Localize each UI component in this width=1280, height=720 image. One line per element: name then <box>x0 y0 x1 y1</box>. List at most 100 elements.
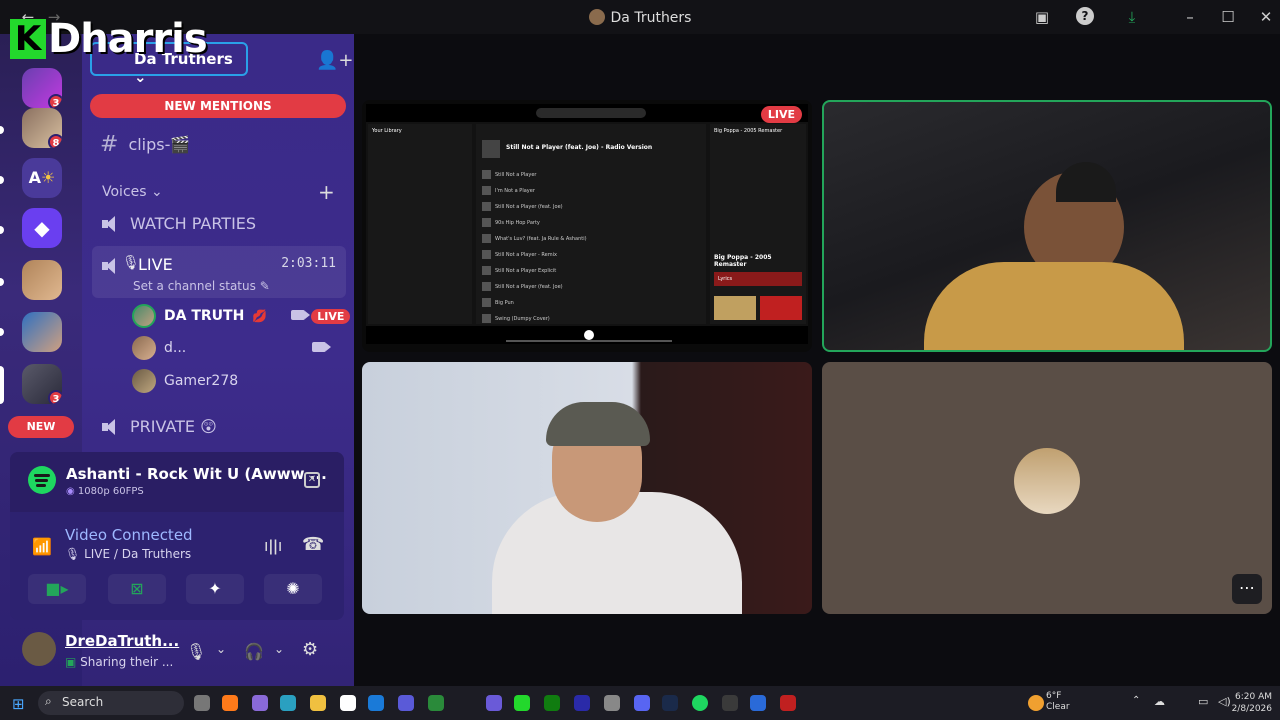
track-row: I'm Not a Player <box>482 186 702 195</box>
avatar[interactable] <box>22 632 56 666</box>
add-channel-icon[interactable]: + <box>318 180 335 204</box>
noise-suppression-icon[interactable]: ıǀǀı <box>264 536 282 555</box>
server-icon-1[interactable]: 3 <box>22 68 62 108</box>
volume-icon[interactable]: ◁) <box>1218 695 1231 708</box>
connection-signal-icon[interactable]: 📶 <box>32 537 52 556</box>
edge-icon[interactable] <box>280 695 296 711</box>
lyrics-card: Lyrics <box>714 272 802 286</box>
overlay-k-logo: K <box>10 19 46 59</box>
weather-widget[interactable]: 6°F Clear <box>1046 691 1070 713</box>
inbox-icon[interactable]: ▣ <box>1032 7 1052 27</box>
soundboard-button[interactable]: ✺ <box>264 574 322 604</box>
help-icon[interactable]: ? <box>1076 7 1094 25</box>
copilot-icon[interactable] <box>252 695 268 711</box>
clock[interactable]: 6:20 AM 2/8/2026 <box>1232 691 1272 715</box>
chevron-down-icon[interactable]: ⌄ <box>274 642 284 656</box>
voice-channel-private[interactable]: PRIVATE 😲 <box>100 417 217 436</box>
settings-gear-icon[interactable]: ⚙ <box>302 639 318 660</box>
activities-button[interactable]: ✦ <box>186 574 244 604</box>
channel-status-link[interactable]: Set a channel status ✎ <box>133 279 270 293</box>
more-options-icon[interactable]: ⋯ <box>1232 574 1262 604</box>
text-channel-clips[interactable]: # clips-🎬 <box>100 132 190 157</box>
unread-dot <box>0 226 4 234</box>
track-row: What's Luv? (feat. Ja Rule & Ashanti) <box>482 234 702 243</box>
stop-screen-share-button[interactable]: ⊠ <box>108 574 166 604</box>
stop-stream-icon[interactable]: ✕ <box>304 472 320 488</box>
video-thumb <box>760 296 802 320</box>
voice-channel-watch-parties[interactable]: WATCH PARTIES <box>100 214 256 233</box>
track-row: Still Not a Player (feat. Joe) <box>482 282 702 291</box>
settings-app-icon[interactable] <box>604 695 620 711</box>
teams-icon[interactable] <box>398 695 414 711</box>
account-panel: DreDaTruth... ▣ Sharing their ... 🎙 ⌄ 🎧 … <box>10 620 344 680</box>
notepad-icon[interactable] <box>340 695 356 711</box>
voice-connected-label[interactable]: Video Connected <box>65 526 193 544</box>
disconnect-call-icon[interactable]: ☎ <box>302 534 324 555</box>
track-row: Still Not a Player (feat. Joe) <box>482 202 702 211</box>
progress-track <box>506 340 672 342</box>
avatar <box>1014 448 1080 514</box>
chevron-down-icon[interactable]: ⌄ <box>216 642 226 656</box>
library-label: Your Library <box>372 128 402 134</box>
now-playing-activity[interactable]: Ashanti - Rock Wit U (Awww ... ◉ 1080p 6… <box>10 452 344 512</box>
audio-only-tile[interactable]: ⋯ <box>822 362 1272 614</box>
app-icon-3[interactable] <box>780 695 796 711</box>
user-name: d... <box>164 340 187 356</box>
spotify-app-icon[interactable] <box>692 695 708 711</box>
app-icon-2[interactable] <box>750 695 766 711</box>
download-icon[interactable]: ⤓ <box>1122 7 1142 27</box>
headphones-icon[interactable]: 🎧 <box>244 642 264 661</box>
track-row: Big Pun <box>482 298 702 307</box>
user-name: DA TRUTH <box>164 308 245 324</box>
voice-user-d[interactable]: d... <box>132 336 327 360</box>
server-icon-da-truthers[interactable]: 3 <box>22 364 62 404</box>
server-icon-6[interactable] <box>22 312 62 352</box>
server-icon-5[interactable] <box>22 260 62 300</box>
task-view-icon[interactable] <box>194 695 210 711</box>
voices-category[interactable]: Voices ⌄ <box>102 184 163 200</box>
windows-start-icon[interactable]: ⊞ <box>12 695 25 713</box>
app-icon[interactable] <box>574 695 590 711</box>
now-playing-title: Ashanti - Rock Wit U (Awww ... <box>66 465 327 483</box>
chrome-icon[interactable] <box>722 695 738 711</box>
add-member-icon[interactable]: 👤+ <box>316 50 354 71</box>
microphone-icon[interactable]: 🎙 <box>186 642 206 661</box>
discord-icon[interactable] <box>634 695 650 711</box>
kick-icon[interactable] <box>514 695 530 711</box>
spotify-now-playing-panel: Big Poppa - 2005 Remaster Big Poppa - 20… <box>710 124 806 324</box>
headset <box>1056 162 1116 202</box>
file-explorer-icon[interactable] <box>310 695 326 711</box>
track-row: Still Not a Player Explicit <box>482 266 702 275</box>
minimize-icon[interactable]: – <box>1180 7 1200 27</box>
new-mentions-button[interactable]: NEW MENTIONS <box>90 94 346 118</box>
voice-user-da-truth[interactable]: DA TRUTH 💋 LIVE <box>132 304 351 328</box>
channel-label: clips-🎬 <box>128 135 191 154</box>
server-icon-a[interactable]: A☀ <box>22 158 62 198</box>
maximize-icon[interactable]: ☐ <box>1218 7 1238 27</box>
xbox-app-icon[interactable] <box>428 695 444 711</box>
screen-share-tile[interactable]: Your Library Still Not a Player (feat. J… <box>362 100 812 352</box>
channel-label: PRIVATE 😲 <box>130 417 217 436</box>
channel-label: WATCH PARTIES <box>130 214 257 233</box>
xbox-icon[interactable] <box>544 695 560 711</box>
tray-chevron-icon[interactable]: ⌃ <box>1132 695 1140 706</box>
webcam-tile-2[interactable] <box>362 362 812 614</box>
webcam-tile-speaking[interactable] <box>822 100 1272 352</box>
steam-icon[interactable] <box>662 695 678 711</box>
camera-button[interactable]: ■▸ <box>28 574 86 604</box>
voice-user-gamer278[interactable]: Gamer278 <box>132 369 238 393</box>
firefox-icon[interactable] <box>222 695 238 711</box>
outlook-icon[interactable] <box>368 695 384 711</box>
account-name[interactable]: DreDaTruth... <box>65 632 179 650</box>
voice-channel-live[interactable]: 🎙 LIVE 2:03:11 Set a channel status ✎ <box>92 246 346 298</box>
live-badge: LIVE <box>760 106 802 123</box>
unread-dot <box>0 278 4 286</box>
taskbar-search[interactable]: ⌕ Search <box>38 691 184 715</box>
new-unreads-pill[interactable]: NEW <box>8 416 74 438</box>
discord-bot-server-icon[interactable]: ◆ <box>22 208 62 248</box>
onenote-icon[interactable] <box>486 695 502 711</box>
server-icon-2[interactable]: 8 <box>22 108 62 148</box>
close-icon[interactable]: ✕ <box>1256 7 1276 27</box>
network-icon[interactable]: ▭ <box>1198 695 1208 708</box>
tray-app-icon[interactable]: ☁ <box>1154 695 1165 708</box>
